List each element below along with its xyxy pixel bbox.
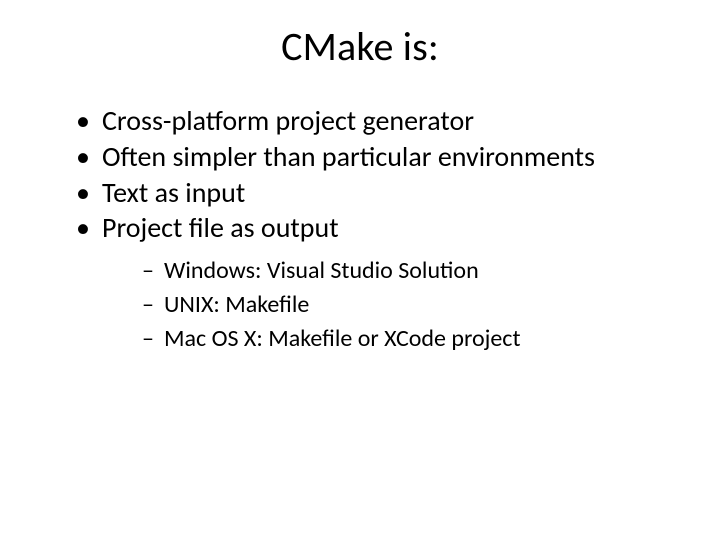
- list-item: Mac OS X: Makefile or XCode project: [142, 322, 680, 356]
- list-item: UNIX: Makefile: [142, 288, 680, 322]
- sub-bullet-text: Windows: Visual Studio Solution: [164, 256, 479, 285]
- list-item: Text as input: [76, 175, 680, 211]
- bullet-text: Cross-platform project generator: [102, 103, 474, 138]
- sub-bullet-list: Windows: Visual Studio Solution UNIX: Ma…: [102, 254, 680, 355]
- bullet-text: Text as input: [102, 175, 245, 210]
- list-item: Windows: Visual Studio Solution: [142, 254, 680, 288]
- sub-bullet-text: Mac OS X: Makefile or XCode project: [164, 324, 520, 353]
- slide-title: CMake is:: [40, 22, 680, 71]
- bullet-text: Often simpler than particular environmen…: [102, 139, 595, 174]
- list-item: Often simpler than particular environmen…: [76, 139, 680, 175]
- sub-bullet-text: UNIX: Makefile: [164, 290, 309, 319]
- bullet-text: Project file as output: [102, 210, 339, 245]
- bullet-list: Cross-platform project generator Often s…: [40, 103, 680, 355]
- slide: CMake is: Cross-platform project generat…: [0, 0, 720, 540]
- list-item: Project file as output Windows: Visual S…: [76, 210, 680, 355]
- list-item: Cross-platform project generator: [76, 103, 680, 139]
